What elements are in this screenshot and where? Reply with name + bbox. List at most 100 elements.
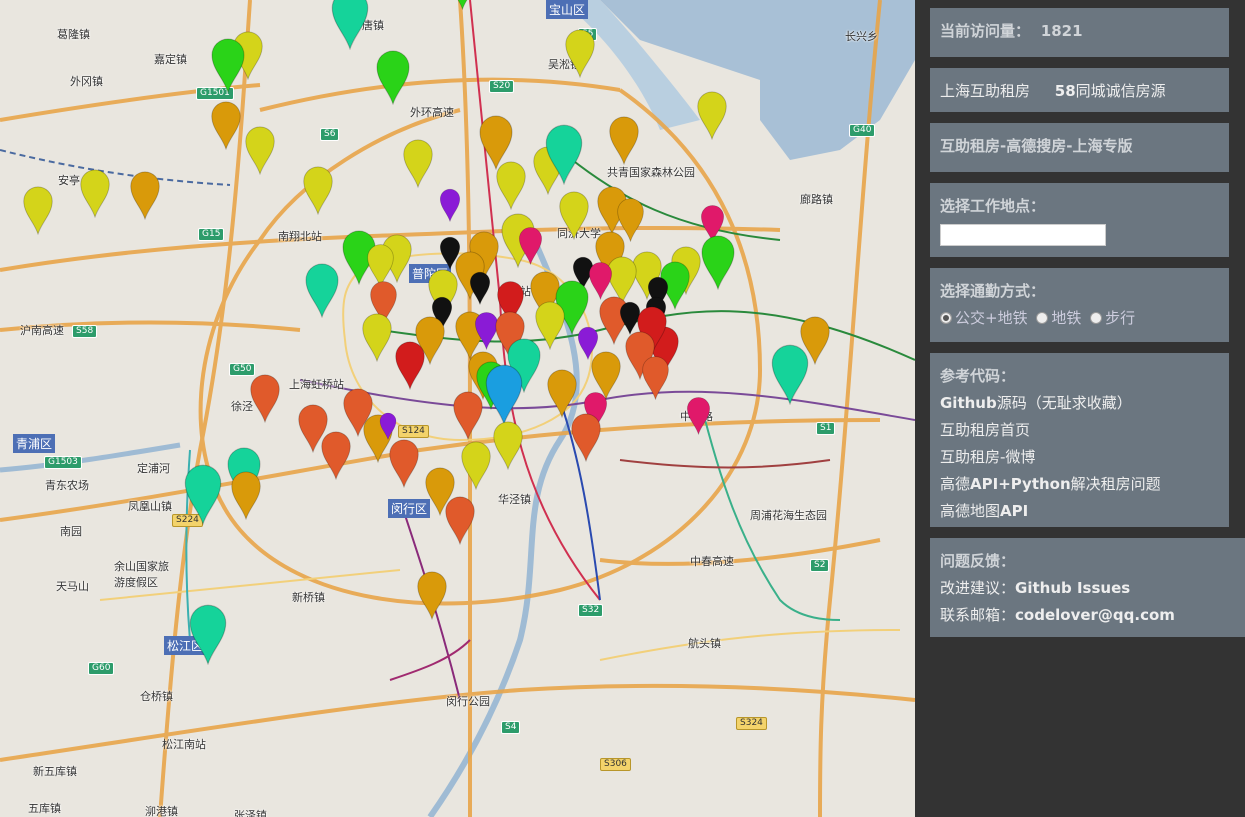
house-marker-pin[interactable] xyxy=(641,355,670,400)
house-marker-pin[interactable] xyxy=(696,90,728,140)
house-marker-pin[interactable] xyxy=(439,188,461,222)
house-marker-pin[interactable] xyxy=(129,170,161,220)
link-weibo[interactable]: 互助租房-微博 xyxy=(940,446,1219,467)
source-suffix[interactable]: 同城诚信房源 xyxy=(1076,82,1166,100)
link-home[interactable]: 互助租房首页 xyxy=(940,419,1219,440)
house-marker-pin[interactable] xyxy=(244,125,276,175)
source-num[interactable]: 58 xyxy=(1055,82,1076,100)
house-marker-pin[interactable] xyxy=(394,340,426,390)
house-marker-pin[interactable] xyxy=(320,430,352,480)
house-marker-pin[interactable] xyxy=(546,368,578,418)
house-marker-pin[interactable] xyxy=(448,0,477,10)
house-marker-pin[interactable] xyxy=(544,123,584,185)
highway-shield: S306 xyxy=(600,758,631,771)
house-marker-pin[interactable] xyxy=(304,262,340,318)
map-view[interactable]: 宝山区 普陀区 青浦区 闵行区 松江区 葛隆镇 嘉定镇 外冈镇 吴淞镇 长兴乡 … xyxy=(0,0,915,817)
link-text-bold[interactable]: Github xyxy=(940,394,997,412)
house-marker-pin[interactable] xyxy=(700,234,736,290)
highway-shield: S58 xyxy=(72,325,98,338)
commute-option-label[interactable]: 地铁 xyxy=(1051,309,1081,327)
commute-option-label[interactable]: 公交+地铁 xyxy=(955,309,1028,327)
house-marker-pin[interactable] xyxy=(302,165,334,215)
link-text[interactable]: 源码（无耻求收藏） xyxy=(997,394,1132,412)
house-marker-pin[interactable] xyxy=(375,49,411,105)
house-marker-pin[interactable] xyxy=(361,312,393,362)
house-marker-pin[interactable] xyxy=(570,412,602,462)
visits-box: 当前访问量： 1821 xyxy=(930,8,1229,57)
house-marker-pin[interactable] xyxy=(210,37,246,93)
house-marker-pin[interactable] xyxy=(79,168,111,218)
place-label: 南翔北站 xyxy=(278,230,322,243)
link-text-bold[interactable]: API xyxy=(1000,502,1028,520)
suggest-row: 改进建议：Github Issues xyxy=(940,577,1235,598)
highway-shield: S124 xyxy=(398,425,429,438)
place-label: 南园 xyxy=(60,525,82,538)
place-label: 泖港镇 xyxy=(145,805,178,817)
reference-label: 参考代码： xyxy=(940,367,1016,385)
house-marker-pin[interactable] xyxy=(210,100,242,150)
place-label: 凤凰山镇 xyxy=(128,500,172,513)
house-marker-pin[interactable] xyxy=(686,396,711,435)
place-label: 沪南高速 xyxy=(20,324,64,337)
visits-count: 1821 xyxy=(1040,22,1083,40)
place-label: 安亭 xyxy=(58,174,80,187)
edition-title: 互助租房-高德搜房-上海专版 xyxy=(940,137,1133,155)
link-text[interactable]: 解决租房问题 xyxy=(1071,475,1161,493)
place-label: 上海虹桥站 xyxy=(289,378,344,391)
highway-shield: S6 xyxy=(320,128,340,141)
house-marker-pin[interactable] xyxy=(249,373,281,423)
place-label: 闵行公园 xyxy=(446,695,490,708)
link-text[interactable]: 高德地图 xyxy=(940,502,1000,520)
house-marker-pin[interactable] xyxy=(183,463,223,525)
house-marker-pin[interactable] xyxy=(402,138,434,188)
link-amap-api[interactable]: 高德地图API xyxy=(940,500,1219,521)
commute-box: 选择通勤方式： 公交+地铁 地铁 步行 xyxy=(930,268,1229,342)
house-marker-pin[interactable] xyxy=(416,570,448,620)
edition-box: 互助租房-高德搜房-上海专版 xyxy=(930,123,1229,172)
commute-radio-bus-metro[interactable] xyxy=(940,312,952,324)
commute-radio-metro[interactable] xyxy=(1036,312,1049,324)
house-marker-pin[interactable] xyxy=(188,603,228,665)
link-amap-python[interactable]: 高德API+Python解决租房问题 xyxy=(940,473,1219,494)
highway-shield: G40 xyxy=(849,124,876,137)
commute-radio-walk[interactable] xyxy=(1090,312,1103,324)
source-prefix[interactable]: 上海互助租房 xyxy=(940,82,1030,100)
link-text[interactable]: 高德 xyxy=(940,475,970,493)
house-marker-pin[interactable] xyxy=(230,470,262,520)
place-label: 外冈镇 xyxy=(70,75,103,88)
house-marker-pin[interactable] xyxy=(558,190,590,240)
place-label: 周浦花海生态园 xyxy=(750,509,827,522)
house-marker-pin[interactable] xyxy=(484,363,524,425)
place-label: 新桥镇 xyxy=(292,591,325,604)
house-marker-pin[interactable] xyxy=(22,185,54,235)
link-text-bold[interactable]: API+Python xyxy=(970,475,1071,493)
house-marker-pin[interactable] xyxy=(388,438,420,488)
house-marker-pin[interactable] xyxy=(452,390,484,440)
house-marker-pin[interactable] xyxy=(495,160,527,210)
house-marker-pin[interactable] xyxy=(770,343,810,405)
house-marker-pin[interactable] xyxy=(460,440,492,490)
place-label: 航头镇 xyxy=(688,637,721,650)
suggest-link[interactable]: Github Issues xyxy=(1015,579,1130,597)
commute-option-label[interactable]: 步行 xyxy=(1105,309,1135,327)
house-marker-pin[interactable] xyxy=(469,271,491,305)
highway-shield: S4 xyxy=(501,721,521,734)
house-marker-pin[interactable] xyxy=(444,495,476,545)
place-label: 嘉定镇 xyxy=(154,53,187,66)
house-marker-pin[interactable] xyxy=(330,0,370,50)
link-github-source[interactable]: Github源码（无耻求收藏） xyxy=(940,392,1219,413)
house-marker-pin[interactable] xyxy=(492,420,524,470)
place-label: 廊路镇 xyxy=(800,193,833,206)
work-location-input[interactable] xyxy=(940,224,1106,246)
district-label: 宝山区 xyxy=(546,0,589,19)
house-marker-pin[interactable] xyxy=(518,226,543,265)
highway-shield: G1503 xyxy=(44,456,82,469)
feedback-box: 问题反馈： 改进建议：Github Issues 联系邮箱：codelover@… xyxy=(930,538,1245,637)
house-marker-pin[interactable] xyxy=(379,412,397,440)
district-label: 青浦区 xyxy=(13,434,56,453)
house-marker-pin[interactable] xyxy=(608,115,640,165)
email-link[interactable]: codelover@qq.com xyxy=(1015,606,1175,624)
highway-shield: G15 xyxy=(198,228,225,241)
visits-label: 当前访问量： xyxy=(940,22,1031,40)
house-marker-pin[interactable] xyxy=(564,28,596,78)
